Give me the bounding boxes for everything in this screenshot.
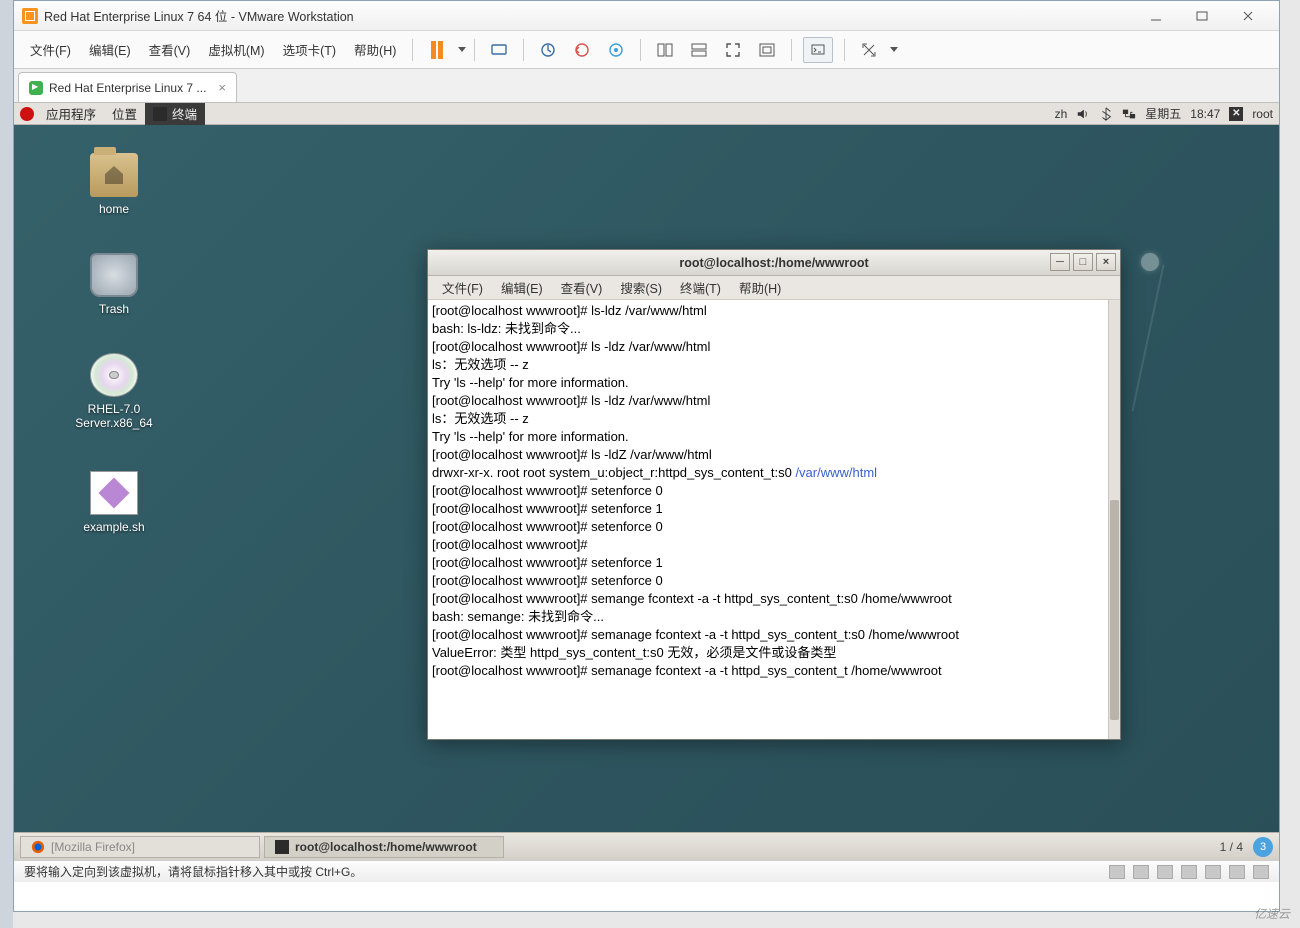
vmware-statusbar: 要将输入定向到该虚拟机，请将鼠标指针移入其中或按 Ctrl+G。 <box>14 860 1279 882</box>
gnome-applications-menu[interactable]: 应用程序 <box>38 103 104 125</box>
clock-time[interactable]: 18:47 <box>1190 107 1220 121</box>
vmware-title-text: Red Hat Enterprise Linux 7 64 位 - VMware… <box>44 6 1133 25</box>
snapshot-revert-button[interactable] <box>569 37 595 63</box>
vmware-status-text: 要将输入定向到该虚拟机，请将鼠标指针移入其中或按 Ctrl+G。 <box>24 863 362 880</box>
gnome-places-menu[interactable]: 位置 <box>104 103 145 125</box>
vmware-window: Red Hat Enterprise Linux 7 64 位 - VMware… <box>13 0 1280 912</box>
vm-running-icon <box>29 81 43 95</box>
snapshot-manage-button[interactable] <box>603 37 629 63</box>
maximize-button[interactable] <box>1179 2 1225 30</box>
terminal-window: root@localhost:/home/wwwroot ─ □ × 文件(F)… <box>427 249 1121 740</box>
device-net-icon[interactable] <box>1157 865 1173 879</box>
minimize-button[interactable] <box>1133 2 1179 30</box>
term-menu-edit[interactable]: 编辑(E) <box>493 276 551 299</box>
term-menu-search[interactable]: 搜索(S) <box>612 276 670 299</box>
vmware-tabstrip: Red Hat Enterprise Linux 7 ... × <box>14 69 1279 103</box>
desktop-script-file[interactable]: example.sh <box>59 471 169 534</box>
vm-power-dropdown-icon[interactable] <box>458 47 466 52</box>
device-cd-icon[interactable] <box>1133 865 1149 879</box>
firefox-icon <box>31 840 45 854</box>
workspace-pager[interactable]: 1 / 4 <box>1220 840 1243 854</box>
terminal-maximize-button[interactable]: □ <box>1073 253 1093 271</box>
send-ctrlaltdel-button[interactable] <box>486 37 512 63</box>
menu-help[interactable]: 帮助(H) <box>346 36 404 63</box>
watermark: 亿速云 <box>1254 905 1290 922</box>
menu-vm[interactable]: 虚拟机(M) <box>200 36 272 63</box>
terminal-menubar: 文件(F) 编辑(E) 查看(V) 搜索(S) 终端(T) 帮助(H) <box>428 276 1120 300</box>
vmware-icon <box>22 8 38 24</box>
user-label[interactable]: root <box>1252 107 1273 121</box>
view-unity-button[interactable] <box>754 37 780 63</box>
view-single-button[interactable] <box>652 37 678 63</box>
menu-view[interactable]: 查看(V) <box>141 36 199 63</box>
device-display-icon[interactable] <box>1253 865 1269 879</box>
taskbar-firefox[interactable]: [Mozilla Firefox] <box>20 836 260 858</box>
snapshot-take-button[interactable] <box>535 37 561 63</box>
menu-edit[interactable]: 编辑(E) <box>81 36 139 63</box>
terminal-title-text: root@localhost:/home/wwwroot <box>679 256 868 270</box>
device-usb-icon[interactable] <box>1181 865 1197 879</box>
taskbar-terminal[interactable]: root@localhost:/home/wwwroot <box>264 836 504 858</box>
desktop-home-folder[interactable]: home <box>59 153 169 216</box>
term-menu-view[interactable]: 查看(V) <box>553 276 611 299</box>
terminal-titlebar[interactable]: root@localhost:/home/wwwroot ─ □ × <box>428 250 1120 276</box>
menu-file[interactable]: 文件(F) <box>22 36 79 63</box>
view-fullscreen-button[interactable] <box>720 37 746 63</box>
device-hdd-icon[interactable] <box>1109 865 1125 879</box>
vmware-titlebar[interactable]: Red Hat Enterprise Linux 7 64 位 - VMware… <box>14 1 1279 31</box>
vm-tab-label: Red Hat Enterprise Linux 7 ... <box>49 81 206 95</box>
terminal-icon <box>275 840 289 854</box>
gnome-active-app[interactable]: 终端 <box>145 103 205 125</box>
terminal-icon <box>153 107 167 121</box>
console-view-button[interactable] <box>803 37 833 63</box>
gnome-topbar: 应用程序 位置 终端 zh 星期五 18:47 ✕ root <box>14 103 1279 125</box>
left-edge-sliver <box>0 0 13 928</box>
terminal-scrollbar[interactable] <box>1108 300 1120 739</box>
redhat-icon <box>20 107 34 121</box>
bluetooth-icon[interactable] <box>1099 107 1113 121</box>
notification-badge[interactable]: 3 <box>1253 837 1273 857</box>
gnome-taskbar: [Mozilla Firefox] root@localhost:/home/w… <box>14 832 1279 860</box>
clock-day[interactable]: 星期五 <box>1145 105 1181 122</box>
guest-display[interactable]: 应用程序 位置 终端 zh 星期五 18:47 ✕ root home Tras… <box>14 103 1279 860</box>
ime-indicator[interactable]: zh <box>1055 107 1068 121</box>
vmware-menubar: 文件(F) 编辑(E) 查看(V) 虚拟机(M) 选项卡(T) 帮助(H) <box>14 31 1279 69</box>
gnome-tray: zh 星期五 18:47 ✕ root <box>1055 105 1273 122</box>
close-button[interactable] <box>1225 2 1271 30</box>
logout-icon[interactable]: ✕ <box>1229 107 1243 121</box>
terminal-close-button[interactable]: × <box>1096 253 1116 271</box>
menu-tabs[interactable]: 选项卡(T) <box>275 36 344 63</box>
desktop-cd-media[interactable]: RHEL-7.0 Server.x86_64 <box>59 353 169 430</box>
view-split-button[interactable] <box>686 37 712 63</box>
desktop-trash[interactable]: Trash <box>59 253 169 316</box>
network-icon[interactable] <box>1122 107 1136 121</box>
term-menu-file[interactable]: 文件(F) <box>434 276 491 299</box>
stretch-dropdown-icon[interactable] <box>890 47 898 52</box>
terminal-output[interactable]: [root@localhost wwwroot]# ls-ldz /var/ww… <box>428 300 1120 739</box>
volume-icon[interactable] <box>1076 107 1090 121</box>
stretch-button[interactable] <box>856 37 882 63</box>
vm-tab[interactable]: Red Hat Enterprise Linux 7 ... × <box>18 72 237 102</box>
term-menu-terminal[interactable]: 终端(T) <box>672 276 729 299</box>
terminal-minimize-button[interactable]: ─ <box>1050 253 1070 271</box>
vm-tab-close-icon[interactable]: × <box>218 80 226 95</box>
term-menu-help[interactable]: 帮助(H) <box>731 276 789 299</box>
device-sound-icon[interactable] <box>1205 865 1221 879</box>
device-printer-icon[interactable] <box>1229 865 1245 879</box>
vm-pause-button[interactable] <box>424 37 450 63</box>
